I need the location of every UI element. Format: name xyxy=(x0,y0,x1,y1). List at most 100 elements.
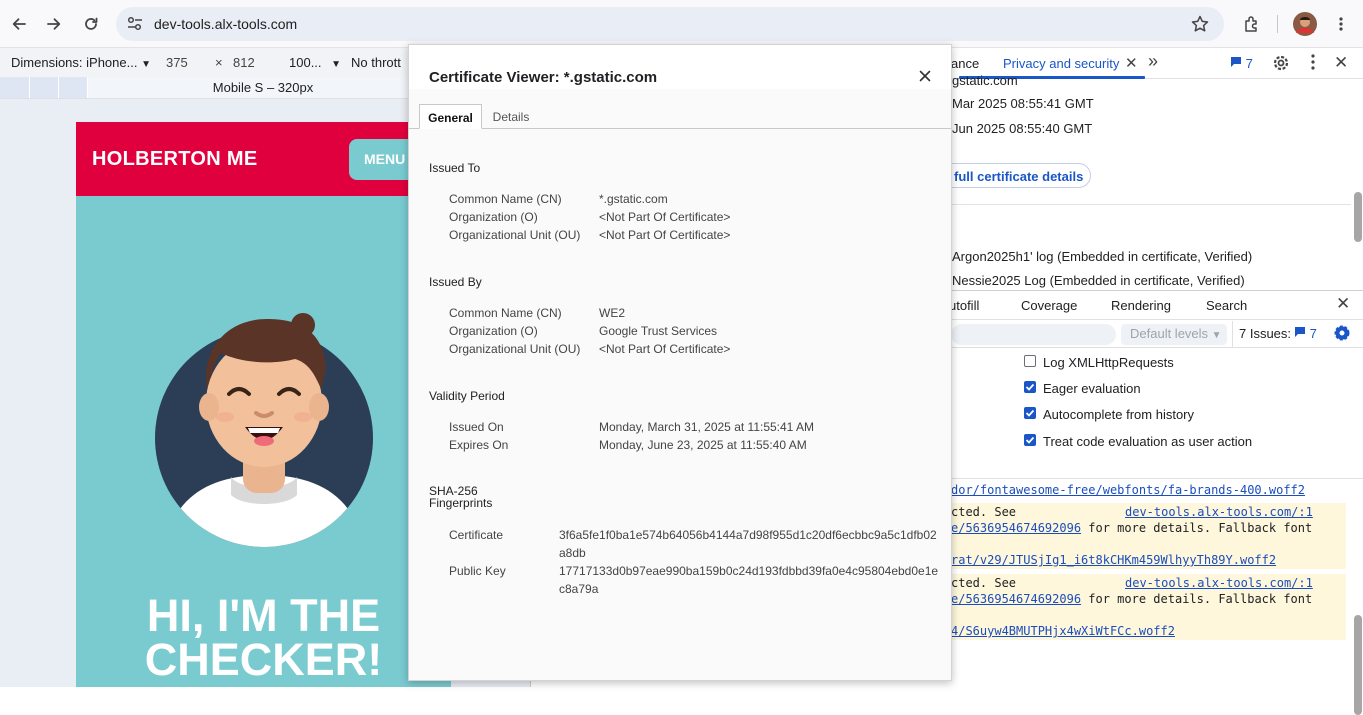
address-bar[interactable]: dev-tools.alx-tools.com xyxy=(116,7,1224,41)
field-value: WE2 xyxy=(599,306,626,320)
console-issues-label[interactable]: 7 Issues: xyxy=(1239,326,1291,341)
warning-text: e/5636954674692096 for more details. Fal… xyxy=(951,521,1313,535)
mobile-page: HOLBERTON ME MENU HI, I'M THE CHECKER! xyxy=(76,122,451,687)
open-certificate-button[interactable]: full certificate details xyxy=(936,163,1091,188)
tab-performance[interactable]: ance xyxy=(951,56,979,71)
message-icon xyxy=(1231,57,1241,67)
hero-line-1: HI, I'M THE xyxy=(146,590,381,641)
site-settings-icon[interactable] xyxy=(124,13,146,40)
field-value: *.gstatic.com xyxy=(599,192,668,206)
checker-avatar-illustration xyxy=(155,313,373,547)
dialog-title: Certificate Viewer: *.gstatic.com xyxy=(429,69,658,86)
extensions-icon[interactable] xyxy=(1238,10,1266,38)
fingerprints-heading: SHA-256 Fingerprints xyxy=(429,484,493,510)
source-link[interactable]: dev-tools.alx-tools.com/:1 xyxy=(1125,576,1313,590)
field-label: Certificate xyxy=(449,528,504,542)
tab-privacy-security[interactable]: Privacy and security xyxy=(1003,56,1119,71)
field-value: Google Trust Services xyxy=(599,324,718,338)
field-value: Monday, March 31, 2025 at 11:55:41 AM xyxy=(599,420,815,434)
reload-icon[interactable] xyxy=(77,10,105,38)
close-dialog-icon[interactable] xyxy=(917,68,933,84)
devtools-settings-icon[interactable] xyxy=(1271,53,1291,76)
issues-badge[interactable]: 7 xyxy=(1230,56,1253,71)
tab-autofill[interactable]: utofill xyxy=(949,298,979,313)
dialog-titlebar: Certificate Viewer: *.gstatic.com xyxy=(409,45,951,89)
ruler-segment[interactable] xyxy=(30,77,59,98)
console-filter-input[interactable] xyxy=(951,324,1116,345)
field-value: <Not Part Of Certificate> xyxy=(599,342,731,356)
field-label: Common Name (CN) xyxy=(449,306,562,320)
console-issues-badge[interactable]: 7 xyxy=(1294,326,1317,341)
close-drawer-icon[interactable]: ✕ xyxy=(1336,294,1350,314)
device-height-input[interactable]: 812 xyxy=(233,55,255,70)
field-label: Organization (O) xyxy=(449,324,538,338)
font-url-link[interactable]: rat/v29/JTUSjIg1_i6t8kCHKm459WlhyyTh89Y.… xyxy=(951,553,1276,567)
site-brand[interactable]: HOLBERTON ME xyxy=(92,148,257,171)
log-xhr-checkbox[interactable] xyxy=(1024,355,1036,367)
back-arrow-icon[interactable] xyxy=(5,10,33,38)
scrollbar-thumb[interactable] xyxy=(1354,192,1362,242)
bookmark-star-icon[interactable] xyxy=(1190,14,1210,39)
valid-to-line: Jun 2025 08:55:40 GMT xyxy=(952,121,1093,136)
devtools-menu-icon[interactable] xyxy=(1306,53,1320,74)
device-width-input[interactable]: 375 xyxy=(166,55,188,70)
certificate-fingerprint: 3f6a5fe1f0ba1e574b64056b4144a7d98f955d1c… xyxy=(559,528,937,560)
url-text[interactable]: dev-tools.alx-tools.com xyxy=(154,16,297,32)
log-xhr-label[interactable]: Log XMLHttpRequests xyxy=(1043,355,1174,370)
chevron-down-icon: ▼ xyxy=(331,59,342,70)
console-resource-link[interactable]: dor/fontawesome-free/webfonts/fa-brands-… xyxy=(951,483,1305,497)
site-header: HOLBERTON ME MENU xyxy=(76,122,451,196)
scrollbar-thumb[interactable] xyxy=(1354,615,1362,715)
close-tab-icon[interactable]: ✕ xyxy=(1125,54,1138,72)
subject-line: gstatic.com xyxy=(952,73,1018,88)
ruler-segment[interactable] xyxy=(59,77,88,98)
checkmark-icon xyxy=(1025,436,1035,444)
source-link[interactable]: dev-tools.alx-tools.com/:1 xyxy=(1125,505,1313,519)
ruler-segment[interactable] xyxy=(0,77,30,98)
console-settings-icon[interactable] xyxy=(1332,323,1352,346)
dialog-tabs: General Details xyxy=(409,104,951,129)
font-url-link[interactable]: 4/S6uyw4BMUTPHjx4wXiWtFCc.woff2 xyxy=(951,624,1175,638)
tab-rendering[interactable]: Rendering xyxy=(1111,298,1171,313)
field-label: Organization (O) xyxy=(449,210,538,224)
tab-coverage[interactable]: Coverage xyxy=(1021,298,1077,313)
throttle-select[interactable]: No thrott xyxy=(351,55,401,70)
hero-line-2: CHECKER! xyxy=(144,634,383,685)
sct-log-1: Argon2025h1' log (Embedded in certificat… xyxy=(952,249,1253,264)
toolbar-divider xyxy=(1232,321,1233,347)
zoom-select[interactable]: 100... ▼ xyxy=(289,55,341,70)
device-dimensions-select[interactable]: Dimensions: iPhone... ▼ xyxy=(11,55,151,70)
autocomplete-checkbox[interactable] xyxy=(1024,407,1036,419)
autocomplete-label[interactable]: Autocomplete from history xyxy=(1043,407,1194,422)
message-icon xyxy=(1295,327,1305,337)
browser-menu-icon[interactable] xyxy=(1327,10,1355,38)
profile-avatar[interactable] xyxy=(1291,10,1319,38)
more-tabs-icon[interactable]: » xyxy=(1148,51,1158,72)
public-key-fingerprint: 17717133d0b97eae990ba159b0c24d193fdbbd39… xyxy=(559,564,939,596)
hero-heading: HI, I'M THE CHECKER! xyxy=(76,590,451,685)
checkmark-icon xyxy=(1025,409,1035,417)
valid-from-line: Mar 2025 08:55:41 GMT xyxy=(952,96,1094,111)
close-devtools-icon[interactable]: ✕ xyxy=(1334,53,1348,73)
field-label: Issued On xyxy=(449,420,504,434)
tab-search[interactable]: Search xyxy=(1206,298,1247,313)
user-action-label[interactable]: Treat code evaluation as user action xyxy=(1043,434,1252,449)
checkmark-icon xyxy=(1025,383,1035,391)
eager-eval-checkbox[interactable] xyxy=(1024,381,1036,393)
forward-arrow-icon[interactable] xyxy=(40,10,68,38)
ruler-device-label[interactable]: Mobile S – 320px xyxy=(88,77,438,98)
eager-eval-label[interactable]: Eager evaluation xyxy=(1043,381,1141,396)
tab-details[interactable]: Details xyxy=(489,104,533,129)
log-levels-select[interactable]: Default levels ▼ xyxy=(1121,324,1227,345)
field-label: Expires On xyxy=(449,438,509,452)
field-label: Public Key xyxy=(449,564,506,578)
field-value: <Not Part Of Certificate> xyxy=(599,210,731,224)
dimension-separator: × xyxy=(215,55,223,70)
field-label: Organizational Unit (OU) xyxy=(449,228,581,242)
field-label: Organizational Unit (OU) xyxy=(449,342,581,356)
issued-by-heading: Issued By xyxy=(429,275,482,289)
tab-general[interactable]: General xyxy=(419,104,482,129)
browser-toolbar: dev-tools.alx-tools.com xyxy=(0,0,1363,48)
validity-heading: Validity Period xyxy=(429,389,505,403)
user-action-checkbox[interactable] xyxy=(1024,434,1036,446)
